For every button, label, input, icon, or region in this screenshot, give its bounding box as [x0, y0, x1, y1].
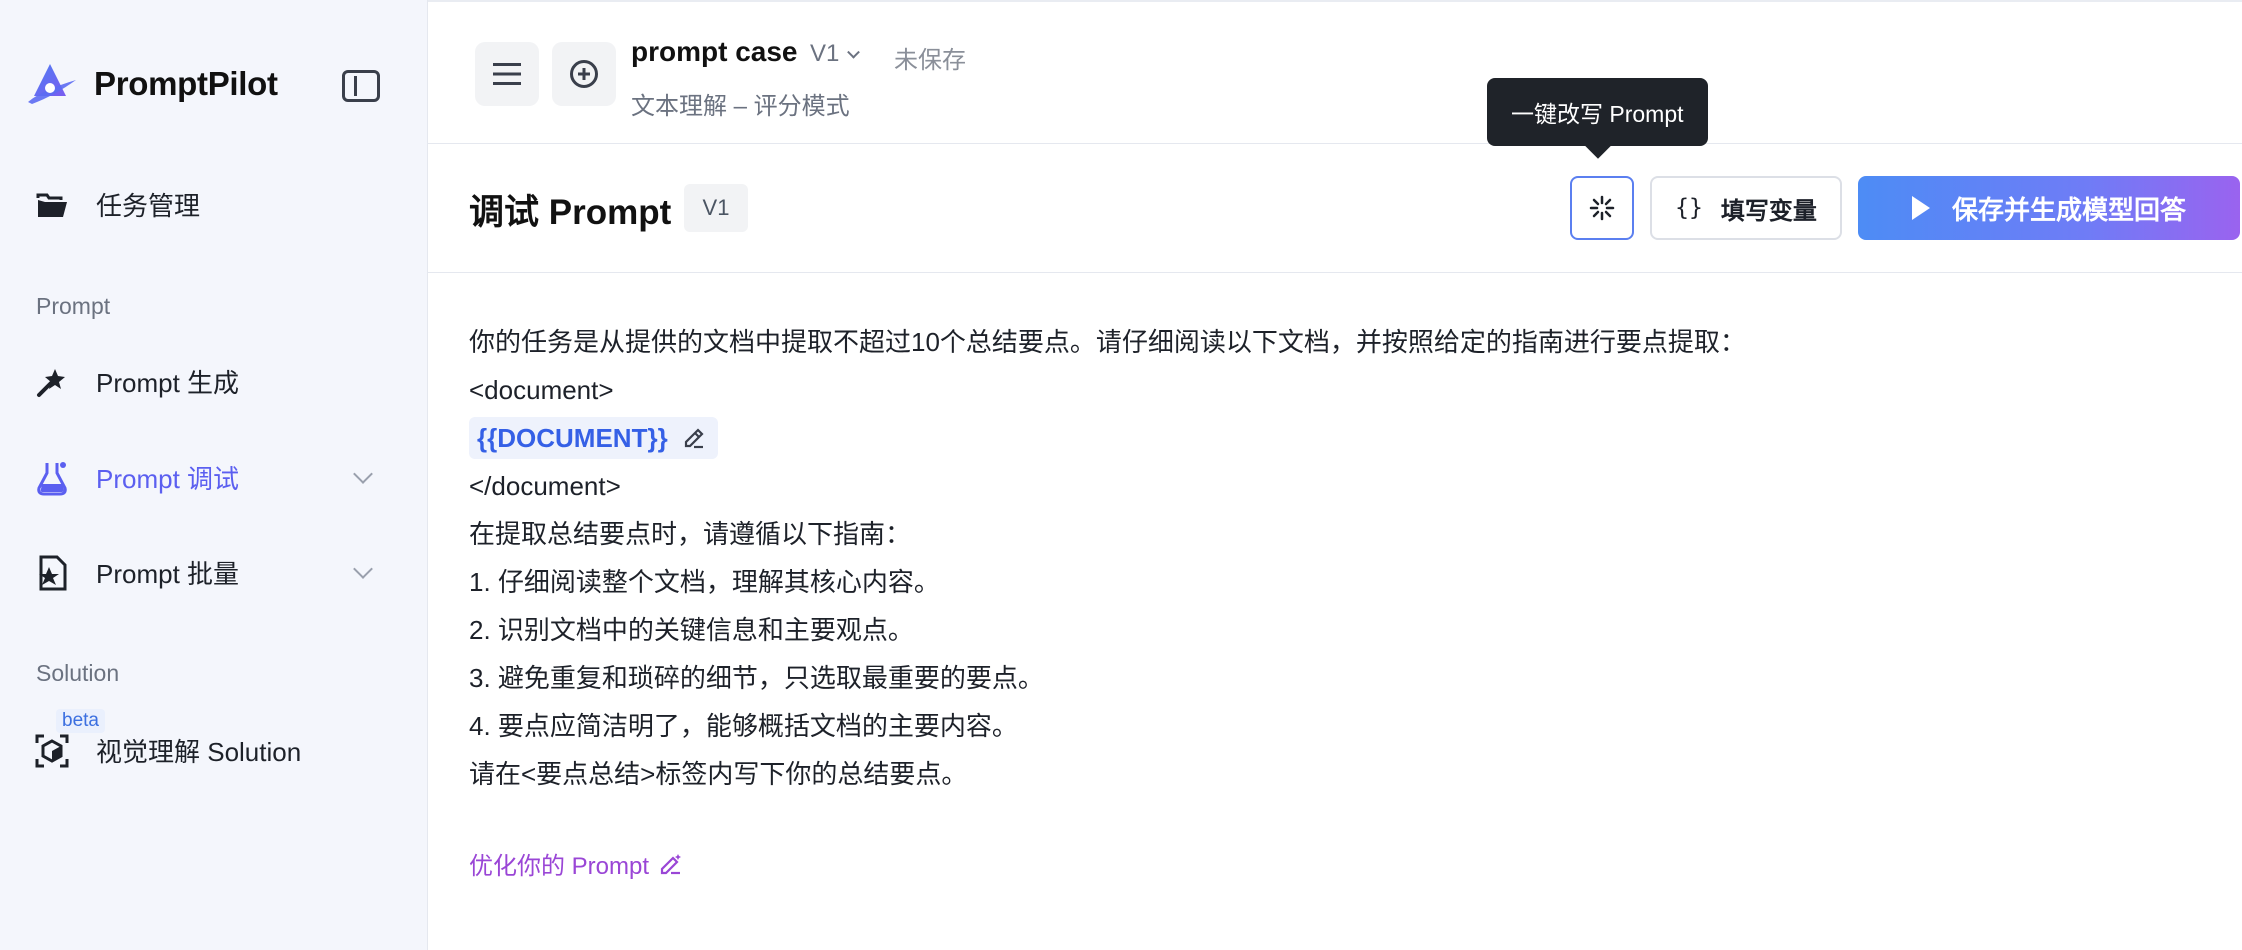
cube-scan-icon [34, 733, 70, 769]
folder-icon [34, 187, 70, 223]
sparkle-icon [1589, 195, 1615, 221]
section-label-solution: Solution [36, 660, 120, 686]
star-file-icon [34, 555, 70, 591]
document-title[interactable]: prompt case [631, 36, 798, 68]
magic-wand-icon [34, 364, 70, 400]
variable-name: {{DOCUMENT}} [477, 423, 668, 453]
braces-icon: {} [1675, 195, 1703, 221]
chevron-down-icon[interactable] [353, 464, 373, 484]
chevron-down-icon[interactable] [353, 559, 373, 579]
sidebar-item-prompt-generate[interactable]: Prompt 生成 [34, 363, 239, 400]
menu-icon[interactable] [475, 42, 539, 106]
add-circle-icon[interactable] [552, 42, 616, 106]
sidebar-item-label: 视觉理解 Solution [96, 737, 302, 767]
prompt-line: 4. 要点应简洁明了，能够概括文档的主要内容。 [469, 711, 1018, 741]
sidebar-item-prompt-batch[interactable]: Prompt 批量 [34, 554, 239, 591]
variable-chip[interactable]: {{DOCUMENT}} [469, 417, 718, 459]
rewrite-tooltip: 一键改写 Prompt [1487, 78, 1708, 146]
sidebar: PromptPilot 任务管理 Prompt Prompt 生成 Prompt… [0, 0, 428, 950]
save-status: 未保存 [894, 47, 966, 74]
prompt-line: 2. 识别文档中的关键信息和主要观点。 [469, 615, 914, 645]
prompt-toolbar: 调试 Prompt V1 {} 填写变量 保存并生成模型回答 [428, 144, 2242, 273]
version-label: V1 [810, 40, 840, 67]
prompt-line: 在提取总结要点时，请遵循以下指南： [469, 519, 912, 549]
sidebar-item-label: Prompt 生成 [96, 368, 240, 398]
version-tag: V1 [684, 184, 748, 232]
prompt-line: <document> [469, 375, 614, 405]
fill-variables-button[interactable]: {} 填写变量 [1650, 176, 1842, 240]
pencil-icon [684, 428, 704, 449]
panel-title: 调试 Prompt [469, 193, 672, 232]
prompt-editor[interactable]: 你的任务是从提供的文档中提取不超过10个总结要点。请仔细阅读以下文档，并按照给定… [469, 318, 2202, 798]
header: prompt case V1 未保存 文本理解 – 评分模式 [428, 4, 2242, 144]
task-subtitle: 文本理解 – 评分模式 [631, 93, 850, 120]
optimize-prompt-label: 优化你的 Prompt [469, 853, 650, 880]
sidebar-item-label: Prompt 调试 [96, 464, 240, 494]
version-select[interactable]: V1 [810, 40, 861, 68]
sidebar-item-task-management[interactable]: 任务管理 [34, 186, 200, 223]
save-and-generate-label: 保存并生成模型回答 [1951, 194, 2186, 225]
sidebar-item-label: Prompt 批量 [96, 559, 240, 589]
brand-name: PromptPilot [94, 65, 278, 102]
prompt-line: 1. 仔细阅读整个文档，理解其核心内容。 [469, 567, 940, 597]
beta-badge: beta [56, 709, 105, 733]
prompt-line: 3. 避免重复和琐碎的细节，只选取最重要的要点。 [469, 663, 1044, 693]
play-icon [1911, 196, 1930, 220]
promptpilot-logo-icon [28, 64, 76, 104]
save-and-generate-button[interactable]: 保存并生成模型回答 [1858, 176, 2240, 240]
section-label-prompt: Prompt [36, 293, 111, 319]
prompt-line: 你的任务是从提供的文档中提取不超过10个总结要点。请仔细阅读以下文档，并按照给定… [469, 327, 1746, 357]
brand[interactable]: PromptPilot [26, 62, 278, 106]
prompt-line: 请在<要点总结>标签内写下你的总结要点。 [469, 759, 968, 789]
fill-variables-label: 填写变量 [1720, 197, 1817, 225]
chevron-down-icon [847, 45, 861, 59]
one-click-rewrite-button[interactable] [1570, 176, 1634, 240]
prompt-line-variable: {{DOCUMENT}} [469, 414, 2202, 462]
magic-pen-icon [660, 853, 682, 874]
optimize-prompt-link[interactable]: 优化你的 Prompt [469, 846, 683, 881]
collapse-sidebar-icon[interactable] [342, 70, 380, 102]
sidebar-item-prompt-debug[interactable]: Prompt 调试 [34, 459, 239, 496]
prompt-line: </document> [469, 471, 621, 501]
main-panel: prompt case V1 未保存 文本理解 – 评分模式 一键改写 Prom… [428, 0, 2242, 950]
sidebar-item-label: 任务管理 [96, 191, 201, 221]
flask-icon [34, 460, 70, 496]
sidebar-item-vision-solution[interactable]: 视觉理解 Solution [34, 732, 301, 769]
